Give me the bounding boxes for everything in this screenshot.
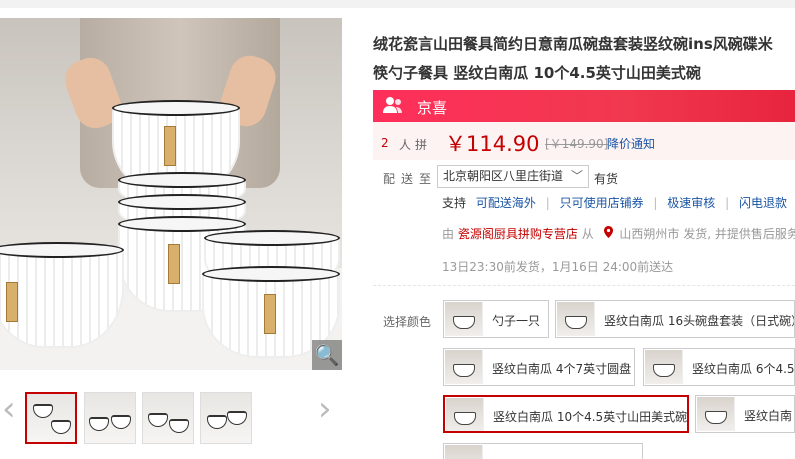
color-option-label: 竖纹白南瓜 4个7英寸圆盘: [492, 362, 632, 376]
color-swatch: [557, 302, 595, 336]
shop-suffix: 发货, 并提供售后服务. 明: [683, 227, 795, 241]
thumbnail[interactable]: [25, 392, 77, 444]
shop-location: 山西朔州市: [619, 227, 680, 241]
main-product-image[interactable]: [0, 18, 342, 370]
group-count: 2: [381, 136, 389, 150]
magnifier-icon[interactable]: 🔍: [312, 340, 342, 370]
color-option[interactable]: 竖纹白南瓜 4个7英寸圆盘: [443, 348, 635, 386]
color-swatch: [645, 350, 683, 384]
color-swatch: [445, 445, 483, 459]
service-item[interactable]: 只可使用店铺券: [560, 196, 644, 210]
color-swatch: [445, 302, 483, 336]
color-option-label: 勺子一只: [492, 314, 541, 328]
service-item[interactable]: 可配送海外: [476, 196, 536, 210]
jingxi-promo-bar: 京喜: [373, 90, 795, 122]
promo-label: 京喜: [417, 99, 448, 117]
color-option-label: 竖纹白南瓜 10个4.5英寸山田美式碗: [493, 410, 688, 424]
delivery-estimate: 13日23:30前发货，1月16日 24:00前送达: [442, 260, 674, 274]
color-label: 选择颜色: [383, 315, 432, 329]
price-drop-notify-link[interactable]: 降价通知: [607, 135, 655, 152]
color-option-selected[interactable]: 竖纹白南瓜 10个4.5英寸山田美式碗: [443, 395, 689, 433]
group-label: 人拼: [399, 138, 432, 152]
product-title-line2: 筷勺子餐具 竖纹白南瓜 10个4.5英寸山田美式碗: [373, 64, 701, 82]
services-label: 支持: [442, 196, 467, 210]
color-option[interactable]: 竖纹白南瓜 16头碗盘套装（日式碗）: [555, 300, 795, 338]
thumbnail[interactable]: [84, 392, 136, 444]
thumb-prev-arrow-icon[interactable]: ‹: [2, 392, 16, 426]
color-option-label: 竖纹白南: [744, 409, 793, 423]
thumb-next-arrow-icon[interactable]: ›: [318, 392, 332, 426]
service-list: 支持 可配送海外 | 只可使用店铺券 | 极速审核 | 闪电退款 | 七: [442, 196, 788, 210]
shop-info: 由 瓷源阁厨具拼购专营店 从 山西朔州市 发货, 并提供售后服务. 明: [442, 225, 795, 242]
bowl-left: [0, 242, 124, 348]
section-divider: [373, 285, 795, 286]
shop-prefix: 由: [442, 227, 455, 241]
color-swatch: [697, 397, 735, 431]
product-title: 绒花瓷言山田餐具简约日意南瓜碗盘套装竖纹碗ins风碗碟米 筷勺子餐具 竖纹白南瓜…: [373, 30, 795, 88]
address-value: 北京朝阳区八里庄街道: [443, 169, 564, 183]
color-swatch: [445, 350, 483, 384]
shop-from: 从: [581, 227, 594, 241]
color-option[interactable]: 勺子一只: [443, 300, 549, 338]
color-option-label: 竖纹白南瓜 16头碗盘套装（日式碗）: [604, 314, 795, 328]
location-pin-icon: [603, 226, 613, 241]
color-option[interactable]: 竖纹白南瓜 6个4.5英: [643, 348, 795, 386]
current-price: ￥114.90: [445, 132, 540, 156]
color-swatch: [446, 398, 484, 431]
price-row: 2 人拼 ￥114.90 [￥149.90] 降价通知: [373, 122, 795, 160]
thumbnail[interactable]: [142, 392, 194, 444]
color-option-label: 竖纹白南瓜 6个4.5英: [692, 362, 795, 376]
shop-name-link[interactable]: 瓷源阁厨具拼购专营店: [458, 227, 578, 241]
original-price: [￥149.90]: [545, 137, 609, 151]
service-item[interactable]: 闪电退款: [739, 196, 787, 210]
stock-status: 有货: [594, 172, 619, 186]
top-strip: [0, 0, 795, 8]
service-item[interactable]: 极速审核: [667, 196, 715, 210]
address-selector[interactable]: 北京朝阳区八里庄街道 ﹀: [437, 165, 589, 188]
chevron-down-icon: ﹀: [570, 169, 583, 183]
color-option[interactable]: 竖纹白南: [695, 395, 795, 433]
thumbnail[interactable]: [200, 392, 252, 444]
product-title-line1: 绒花瓷言山田餐具简约日意南瓜碗盘套装竖纹碗ins风碗碟米: [373, 35, 773, 53]
color-option[interactable]: [443, 443, 643, 459]
shipping-label: 配送至: [383, 172, 438, 186]
users-icon: [383, 96, 403, 119]
